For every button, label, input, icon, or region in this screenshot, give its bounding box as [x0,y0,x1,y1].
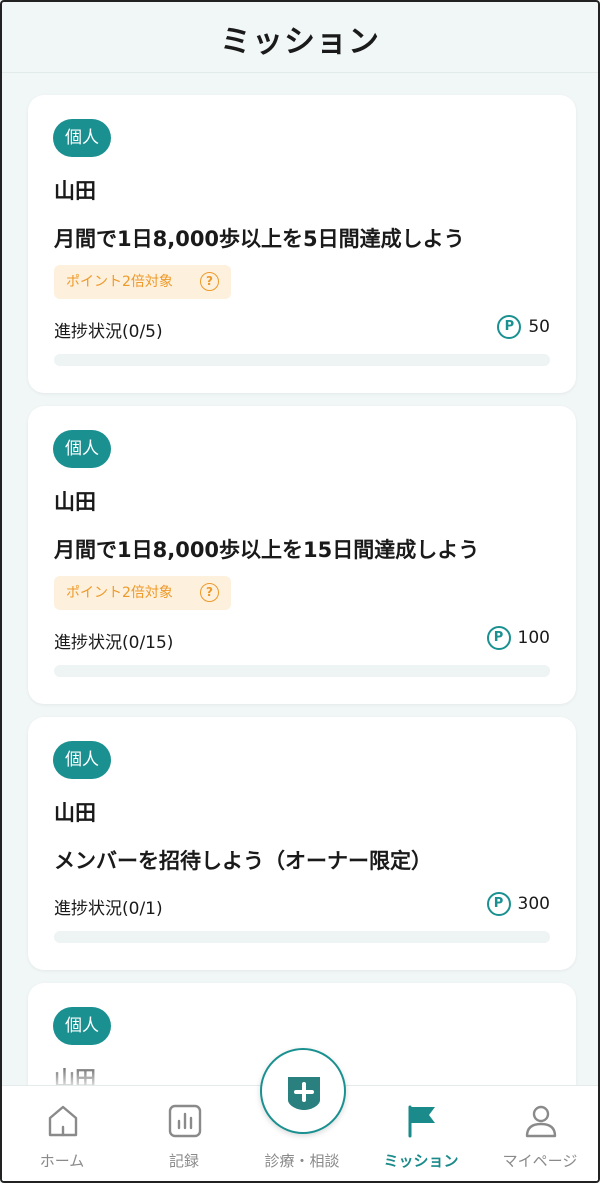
points-reward: P 300 [486,892,550,916]
progress-bar [54,931,550,943]
mission-card[interactable]: 個人 山田 メンバーを招待しよう（オーナー限定） 進捗状況(0/1) P 300 [28,717,576,970]
points-value: 300 [517,894,550,914]
home-icon [48,1105,78,1137]
bar-chart-icon [168,1104,202,1138]
mission-title: 月間で1日8,000歩以上を15日間達成しよう [54,538,480,562]
app-frame: ミッション 個人 山田 月間で1日8,000歩以上を5日間達成しよう ポイント2… [0,0,600,1183]
mission-title: メンバーを招待しよう（オーナー限定） [54,849,432,873]
nav-label-home: ホーム [39,1152,85,1170]
question-icon[interactable]: ? [200,272,219,291]
mission-owner: 山田 [54,179,96,203]
mission-type-badge: 個人 [53,1007,111,1045]
points-reward: P 100 [486,626,550,650]
mission-type-badge: 個人 [53,430,111,468]
progress-label: 進捗状況(0/5) [54,322,163,342]
point-icon: P [486,892,511,916]
mission-owner: 山田 [54,801,96,825]
bonus-tag: ポイント2倍対象 ? [54,576,231,610]
consult-fab-button[interactable] [260,1048,346,1134]
point-icon: P [497,315,522,339]
nav-item-home[interactable]: ホーム [2,1086,122,1181]
progress-label: 進捗状況(0/15) [54,633,174,653]
nav-label-missions: ミッション [383,1152,459,1170]
flag-icon [408,1105,435,1138]
points-value: 50 [528,317,550,337]
progress-bar [54,665,550,677]
mission-type-badge: 個人 [53,741,111,779]
point-icon: P [486,626,511,650]
header-divider [2,72,598,73]
nav-label-records: 記録 [168,1152,199,1170]
user-icon [525,1105,557,1138]
nav-item-missions[interactable]: ミッション [361,1086,481,1181]
page-title: ミッション [220,24,380,60]
mission-card[interactable]: 個人 山田 月間で1日8,000歩以上を15日間達成しよう ポイント2倍対象 ?… [28,406,576,704]
mission-title: 月間で1日8,000歩以上を5日間達成しよう [54,227,465,251]
points-reward: P 50 [497,315,550,339]
nav-label-consult: 診療・相談 [264,1152,340,1170]
mission-card[interactable]: 個人 山田 月間で1日8,000歩以上を5日間達成しよう ポイント2倍対象 ? … [28,95,576,393]
bonus-tag-label: ポイント2倍対象 [66,585,173,601]
points-value: 100 [517,628,550,648]
medical-chat-icon [288,1077,320,1110]
question-icon[interactable]: ? [200,583,219,602]
bonus-tag: ポイント2倍対象 ? [54,265,231,299]
nav-item-records[interactable]: 記録 [124,1086,244,1181]
nav-label-mypage: マイページ [502,1152,578,1170]
progress-label: 進捗状況(0/1) [54,899,163,919]
nav-item-mypage[interactable]: マイページ [480,1086,598,1181]
mission-type-badge: 個人 [53,119,111,157]
progress-bar [54,354,550,366]
mission-owner: 山田 [54,490,96,514]
bonus-tag-label: ポイント2倍対象 [66,274,173,290]
